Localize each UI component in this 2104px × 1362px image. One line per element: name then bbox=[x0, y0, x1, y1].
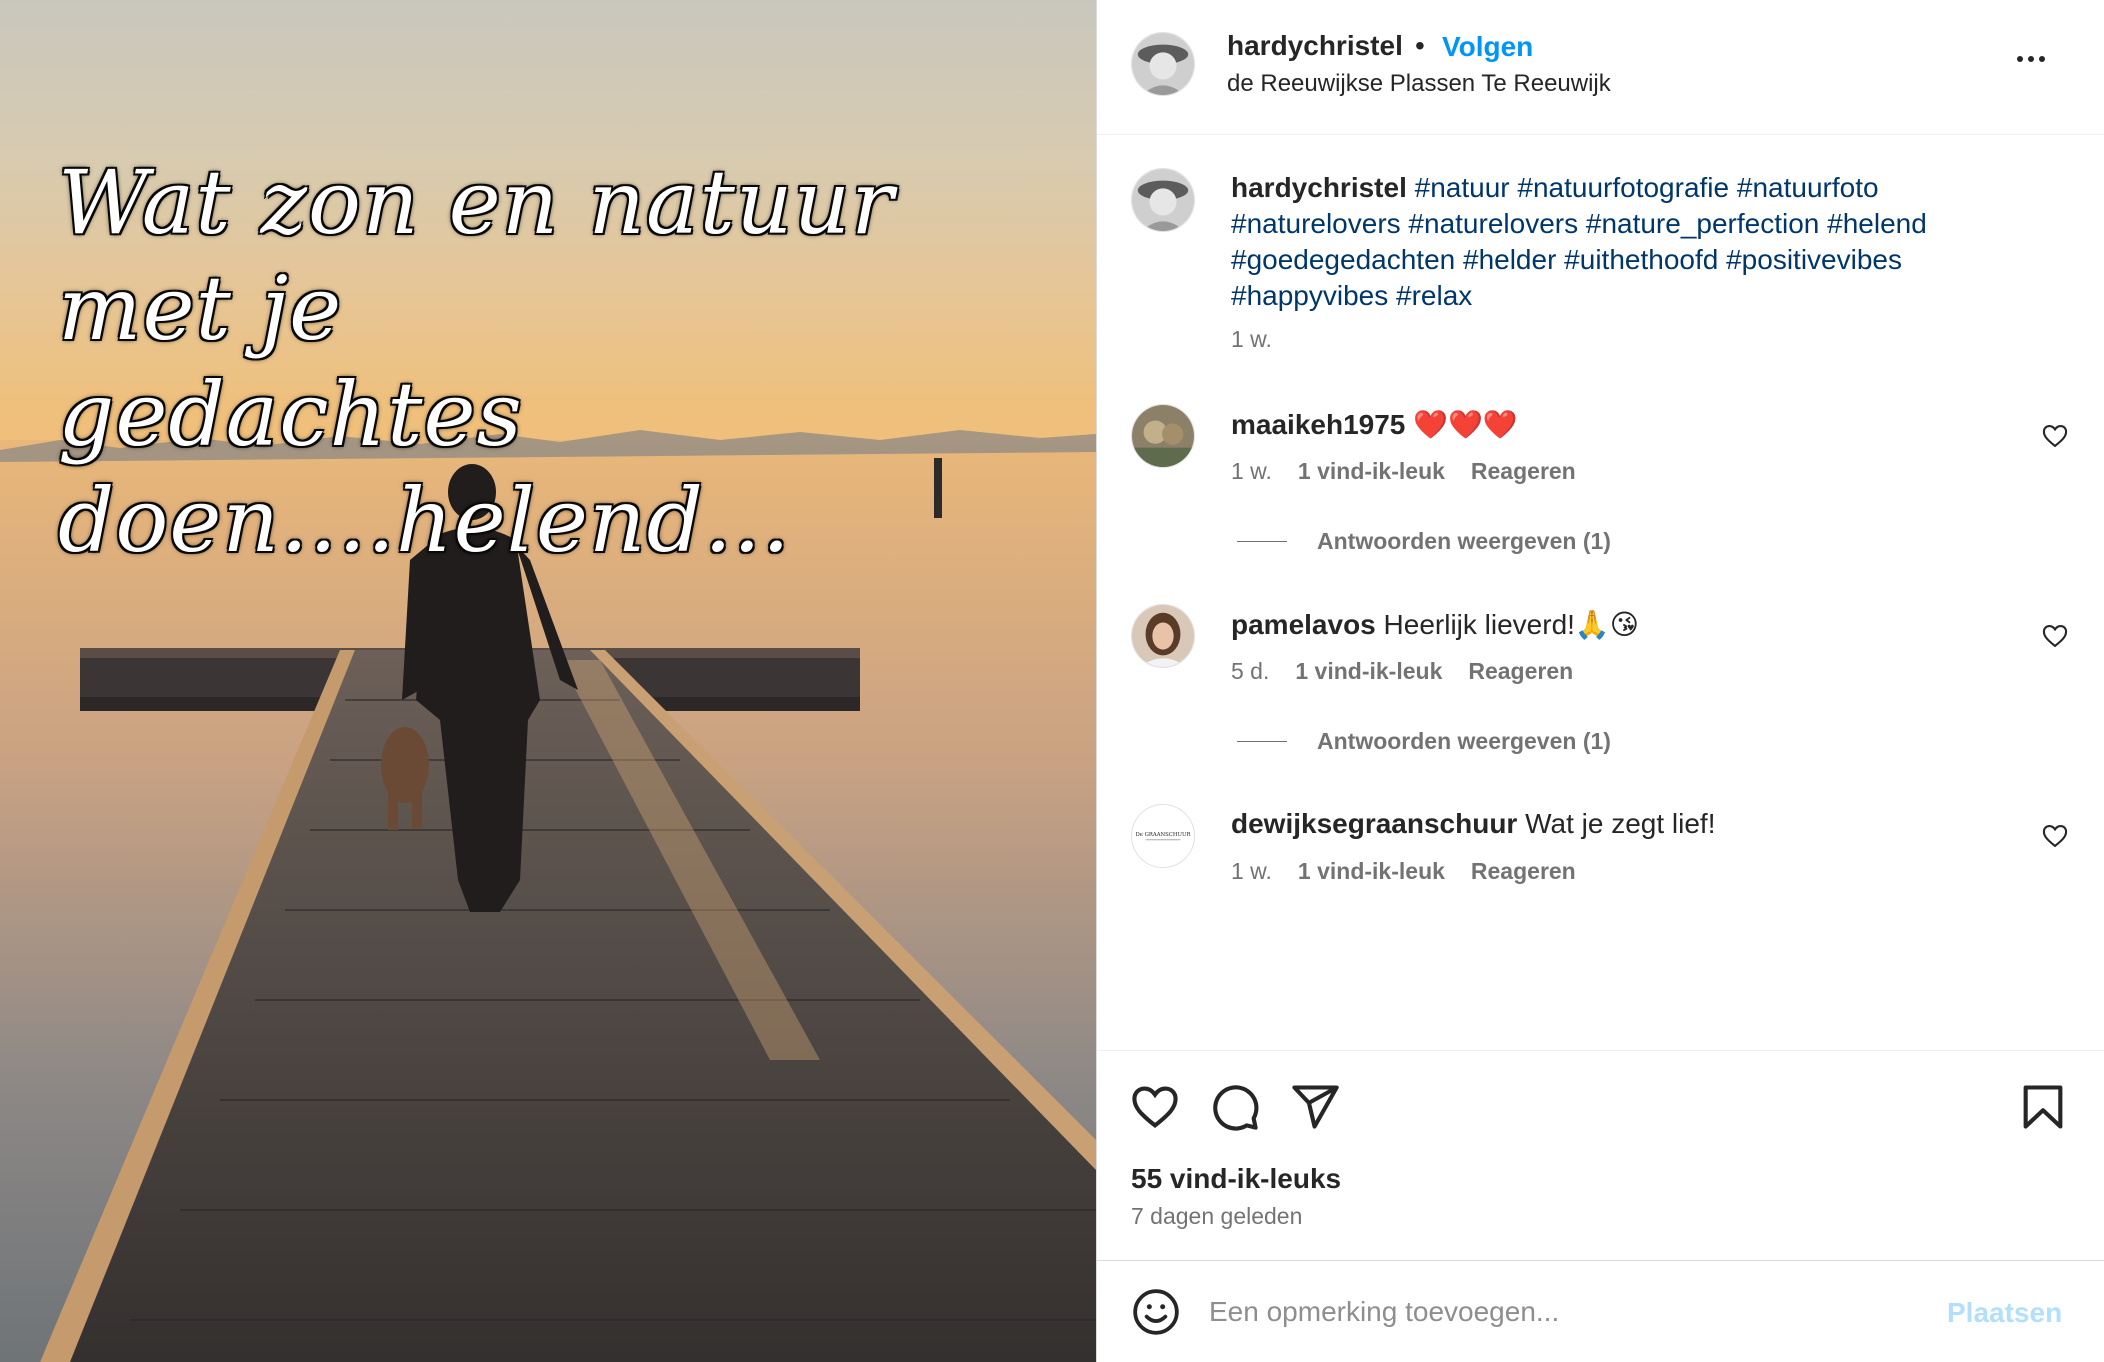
caption-timestamp[interactable]: 1 w. bbox=[1231, 326, 1272, 353]
heart-icon[interactable] bbox=[2041, 622, 2069, 650]
commenter-avatar-image: De GRAANSCHUUR bbox=[1132, 805, 1194, 867]
overlay-line-2: gedachtes doen....helend... bbox=[58, 363, 791, 572]
author-avatar[interactable] bbox=[1131, 32, 1195, 96]
overlay-line-1: Wat zon en natuur met je bbox=[58, 151, 895, 360]
view-replies-label: Antwoorden weergeven (1) bbox=[1317, 528, 1611, 554]
post-date[interactable]: 7 dagen geleden bbox=[1131, 1203, 1302, 1230]
commenter-avatar[interactable] bbox=[1131, 604, 1195, 668]
smiley-icon[interactable] bbox=[1131, 1287, 1181, 1337]
comment-text: Heerlijk lieverd!🙏😘 bbox=[1383, 609, 1639, 640]
post-caption: hardychristel #natuur #natuurfotografie … bbox=[1231, 170, 2051, 314]
overlay-caption: Wat zon en natuur met je gedachtes doen.… bbox=[58, 150, 1068, 574]
avatar-logo-text: De GRAANSCHUUR bbox=[1136, 832, 1192, 838]
post-side-panel: hardychristel • Volgen de Reeuwijkse Pla… bbox=[1096, 0, 2104, 1362]
commenter-avatar-image bbox=[1132, 605, 1194, 667]
bookmark-icon[interactable] bbox=[2017, 1081, 2069, 1133]
commenter-avatar-image bbox=[1132, 405, 1194, 467]
comment-time[interactable]: 5 d. bbox=[1231, 658, 1269, 685]
comment-body: dewijksegraanschuur Wat je zegt lief! bbox=[1231, 808, 1716, 840]
more-dot bbox=[2017, 56, 2023, 62]
comment-body: maaikeh1975 ❤️❤️❤️ bbox=[1231, 408, 1518, 441]
caption-author-avatar[interactable] bbox=[1131, 168, 1195, 232]
comment-time[interactable]: 1 w. bbox=[1231, 458, 1272, 485]
comment-meta: 1 w. 1 vind-ik-leuk Reageren bbox=[1231, 858, 1576, 885]
view-replies-label: Antwoorden weergeven (1) bbox=[1317, 728, 1611, 754]
comment-icon[interactable] bbox=[1209, 1081, 1261, 1133]
comment-item: maaikeh1975 ❤️❤️❤️ 1 w. 1 vind-ik-leuk R… bbox=[1097, 404, 2104, 524]
heart-icon[interactable] bbox=[1129, 1081, 1181, 1133]
comment-likes[interactable]: 1 vind-ik-leuk bbox=[1295, 658, 1442, 685]
post-actions: 55 vind-ik-leuks 7 dagen geleden bbox=[1097, 1050, 2104, 1260]
header-separator: • bbox=[1415, 30, 1425, 61]
caption-avatar-image bbox=[1132, 169, 1194, 231]
heart-icon[interactable] bbox=[2041, 422, 2069, 450]
more-dot bbox=[2039, 56, 2045, 62]
comment-username[interactable]: pamelavos bbox=[1231, 609, 1376, 640]
replies-line bbox=[1237, 541, 1287, 542]
post-location[interactable]: de Reeuwijkse Plassen Te Reeuwijk bbox=[1227, 70, 1611, 98]
likes-count[interactable]: 55 vind-ik-leuks bbox=[1131, 1163, 1341, 1195]
comment-username[interactable]: maaikeh1975 bbox=[1231, 409, 1405, 440]
commenter-avatar[interactable] bbox=[1131, 404, 1195, 468]
comment-likes[interactable]: 1 vind-ik-leuk bbox=[1298, 858, 1445, 885]
post-photo[interactable]: Wat zon en natuur met je gedachtes doen.… bbox=[0, 0, 1096, 1362]
more-dot bbox=[2028, 56, 2034, 62]
post-comment-button[interactable]: Plaatsen bbox=[1947, 1297, 2062, 1329]
comment-text: ❤️❤️❤️ bbox=[1413, 409, 1518, 440]
comment-item: pamelavos Heerlijk lieverd!🙏😘 5 d. 1 vin… bbox=[1097, 604, 2104, 724]
author-username[interactable]: hardychristel bbox=[1227, 30, 1403, 62]
post-header: hardychristel • Volgen de Reeuwijkse Pla… bbox=[1097, 0, 2104, 135]
comment-time[interactable]: 1 w. bbox=[1231, 858, 1272, 885]
send-icon[interactable] bbox=[1289, 1081, 1341, 1133]
comment-username[interactable]: dewijksegraanschuur bbox=[1231, 808, 1517, 839]
comment-likes[interactable]: 1 vind-ik-leuk bbox=[1298, 458, 1445, 485]
view-replies-button[interactable]: Antwoorden weergeven (1) bbox=[1237, 728, 1611, 755]
caption-username[interactable]: hardychristel bbox=[1231, 172, 1407, 203]
comment-input[interactable] bbox=[1209, 1285, 1889, 1339]
comment-item: De GRAANSCHUUR dewijksegraanschuur Wat j… bbox=[1097, 804, 2104, 924]
comment-text: Wat je zegt lief! bbox=[1525, 808, 1716, 839]
reply-button[interactable]: Reageren bbox=[1468, 658, 1573, 685]
heart-icon[interactable] bbox=[2041, 822, 2069, 850]
more-horizontal-icon[interactable] bbox=[2009, 44, 2053, 74]
replies-line bbox=[1237, 741, 1287, 742]
reply-button[interactable]: Reageren bbox=[1471, 458, 1576, 485]
commenter-avatar[interactable]: De GRAANSCHUUR bbox=[1131, 804, 1195, 868]
comment-body: pamelavos Heerlijk lieverd!🙏😘 bbox=[1231, 608, 1639, 641]
comment-meta: 1 w. 1 vind-ik-leuk Reageren bbox=[1231, 458, 1576, 485]
comment-meta: 5 d. 1 vind-ik-leuk Reageren bbox=[1231, 658, 1573, 685]
comments-section[interactable]: hardychristel #natuur #natuurfotografie … bbox=[1097, 136, 2104, 1050]
reply-button[interactable]: Reageren bbox=[1471, 858, 1576, 885]
add-comment-bar: Plaatsen bbox=[1097, 1260, 2104, 1362]
author-avatar-image bbox=[1132, 33, 1194, 95]
follow-button[interactable]: Volgen bbox=[1442, 31, 1533, 63]
view-replies-button[interactable]: Antwoorden weergeven (1) bbox=[1237, 528, 1611, 555]
